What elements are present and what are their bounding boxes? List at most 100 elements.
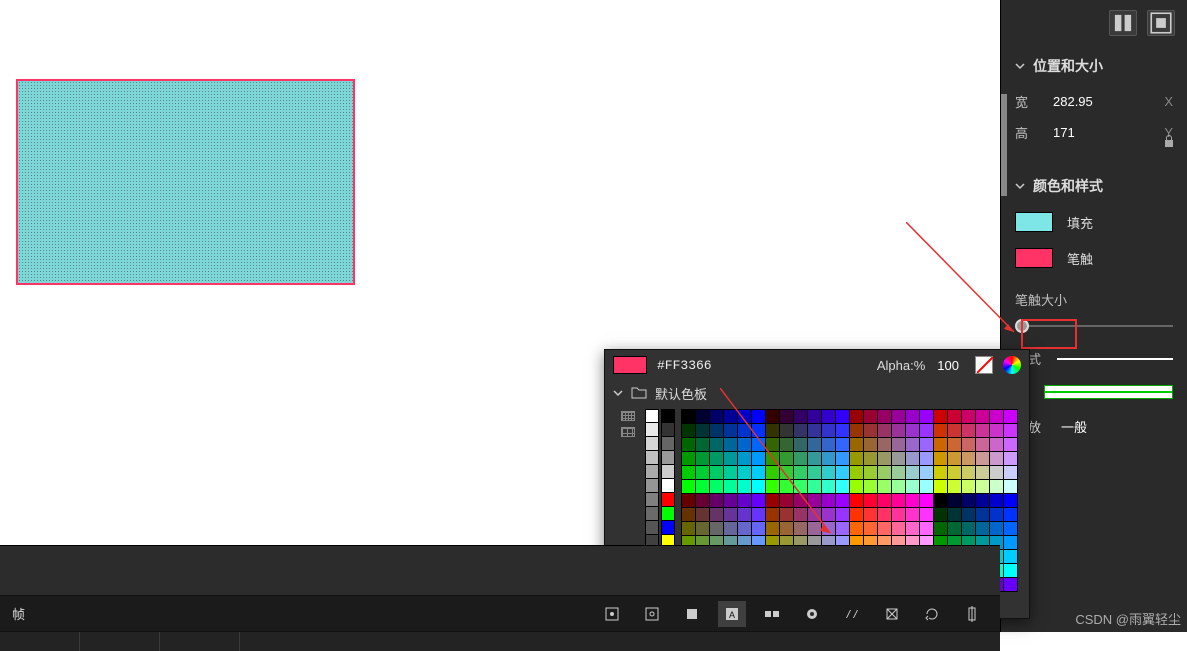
color-swatch[interactable] [724, 410, 738, 424]
color-swatch[interactable] [878, 494, 892, 508]
color-swatch[interactable] [1004, 466, 1018, 480]
timeline-track[interactable] [0, 631, 1000, 651]
color-swatch[interactable] [724, 466, 738, 480]
gray-swatch[interactable] [645, 409, 659, 423]
color-swatch[interactable] [906, 522, 920, 536]
height-value[interactable]: 171 [1053, 125, 1113, 140]
color-swatch[interactable] [892, 494, 906, 508]
color-swatch[interactable] [710, 424, 724, 438]
color-swatch[interactable] [766, 452, 780, 466]
color-swatch[interactable] [696, 438, 710, 452]
picker-current-swatch[interactable] [613, 356, 647, 374]
color-swatch[interactable] [1004, 536, 1018, 550]
tl-marker-icon[interactable] [878, 601, 906, 627]
base-swatch[interactable] [661, 451, 675, 465]
color-swatch[interactable] [738, 466, 752, 480]
color-swatch[interactable] [864, 508, 878, 522]
tl-edit-multiple-icon[interactable] [838, 601, 866, 627]
color-swatch[interactable] [710, 466, 724, 480]
color-swatch[interactable] [710, 480, 724, 494]
color-swatch[interactable] [794, 466, 808, 480]
color-swatch[interactable] [906, 480, 920, 494]
color-swatch[interactable] [948, 494, 962, 508]
color-swatch[interactable] [752, 508, 766, 522]
color-swatch[interactable] [990, 424, 1004, 438]
color-swatch[interactable] [724, 452, 738, 466]
color-swatch[interactable] [976, 438, 990, 452]
color-swatch[interactable] [836, 480, 850, 494]
color-swatch[interactable] [892, 508, 906, 522]
color-swatch[interactable] [920, 480, 934, 494]
gray-swatch[interactable] [645, 437, 659, 451]
tl-onion-icon[interactable] [798, 601, 826, 627]
color-swatch[interactable] [920, 494, 934, 508]
color-swatch[interactable] [794, 438, 808, 452]
color-swatch[interactable] [710, 438, 724, 452]
color-swatch[interactable] [822, 466, 836, 480]
base-swatch[interactable] [661, 507, 675, 521]
color-swatch[interactable] [766, 410, 780, 424]
panel-icon-2[interactable] [1147, 10, 1175, 36]
stroke-style-preview[interactable] [1057, 358, 1173, 360]
section-position-size[interactable]: 位置和大小 [1001, 46, 1187, 86]
color-swatch[interactable] [766, 494, 780, 508]
stroke-size-slider[interactable] [1001, 315, 1187, 341]
color-swatch[interactable] [710, 522, 724, 536]
color-swatch[interactable] [962, 494, 976, 508]
tl-keyframe-icon[interactable] [598, 601, 626, 627]
color-swatch[interactable] [836, 494, 850, 508]
color-swatch[interactable] [724, 438, 738, 452]
color-swatch[interactable] [822, 438, 836, 452]
color-swatch[interactable] [878, 466, 892, 480]
color-swatch[interactable] [864, 452, 878, 466]
color-swatch[interactable] [1004, 578, 1018, 592]
color-swatch[interactable] [850, 480, 864, 494]
color-swatch[interactable] [1004, 424, 1018, 438]
color-swatch[interactable] [808, 410, 822, 424]
picker-hex-value[interactable]: #FF3366 [657, 358, 712, 373]
color-swatch[interactable] [878, 480, 892, 494]
color-swatch[interactable] [752, 466, 766, 480]
color-swatch[interactable] [934, 452, 948, 466]
zoom-value[interactable]: 一般 [1061, 417, 1087, 436]
color-swatch[interactable] [766, 438, 780, 452]
color-swatch[interactable] [682, 522, 696, 536]
color-swatch[interactable] [920, 438, 934, 452]
selected-rectangle[interactable] [16, 79, 355, 285]
color-swatch[interactable] [962, 438, 976, 452]
color-swatch[interactable] [696, 410, 710, 424]
gray-swatch[interactable] [645, 493, 659, 507]
panel-icon-1[interactable] [1109, 10, 1137, 36]
gray-swatch[interactable] [645, 423, 659, 437]
color-swatch[interactable] [850, 508, 864, 522]
color-swatch[interactable] [864, 438, 878, 452]
color-swatch[interactable] [710, 508, 724, 522]
color-swatch[interactable] [682, 466, 696, 480]
color-swatch[interactable] [878, 410, 892, 424]
color-swatch[interactable] [1004, 480, 1018, 494]
gray-swatch[interactable] [645, 479, 659, 493]
color-swatch[interactable] [724, 424, 738, 438]
color-swatch[interactable] [934, 508, 948, 522]
color-swatch[interactable] [990, 508, 1004, 522]
base-swatch[interactable] [661, 465, 675, 479]
color-swatch[interactable] [990, 410, 1004, 424]
color-swatch[interactable] [794, 480, 808, 494]
gray-swatch[interactable] [645, 521, 659, 535]
color-swatch[interactable] [878, 508, 892, 522]
color-swatch[interactable] [1004, 438, 1018, 452]
section-color-style[interactable]: 颜色和样式 [1001, 166, 1187, 206]
gray-swatch[interactable] [645, 451, 659, 465]
color-swatch[interactable] [976, 410, 990, 424]
color-swatch[interactable] [780, 424, 794, 438]
color-swatch[interactable] [976, 508, 990, 522]
color-swatch[interactable] [1004, 494, 1018, 508]
color-swatch[interactable] [948, 480, 962, 494]
color-swatch[interactable] [696, 508, 710, 522]
color-swatch[interactable] [822, 522, 836, 536]
color-swatch[interactable] [780, 480, 794, 494]
base-swatch[interactable] [661, 479, 675, 493]
color-swatch[interactable] [794, 522, 808, 536]
color-swatch[interactable] [738, 508, 752, 522]
color-swatch[interactable] [780, 410, 794, 424]
